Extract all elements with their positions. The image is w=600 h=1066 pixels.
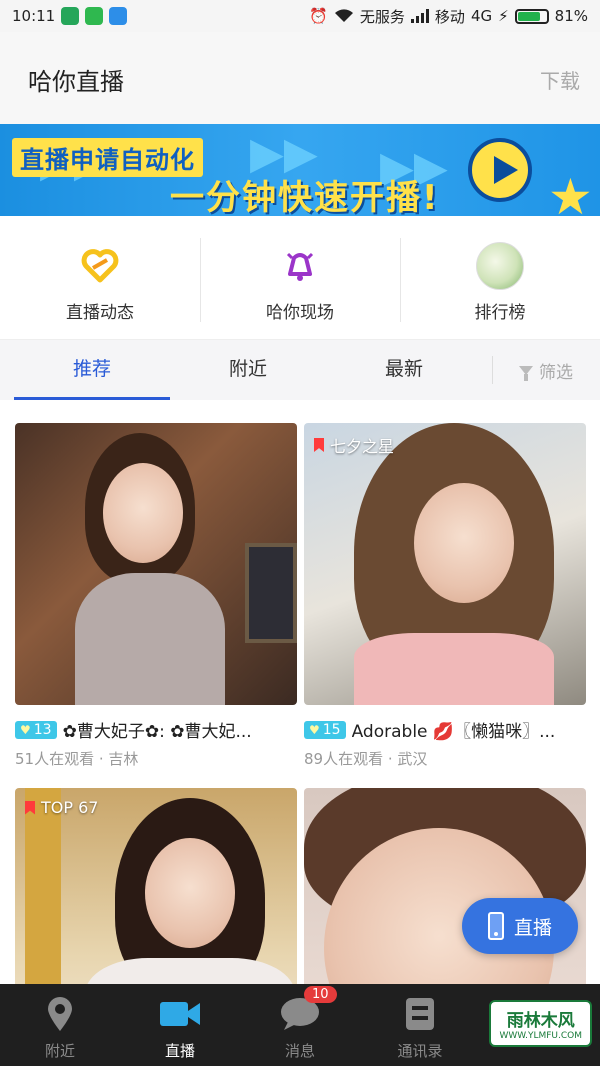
message-badge: 10	[304, 986, 337, 1003]
wifi-icon	[334, 9, 353, 22]
charging-icon: ⚡	[498, 7, 509, 25]
nav-label: 直播	[164, 1042, 195, 1060]
promo-banner[interactable]: ▶▶ ▶▶ ▶▶ 直播申请自动化 一分钟快速开播! ★	[0, 124, 600, 216]
quick-nav-live-feed[interactable]: 直播动态	[0, 216, 200, 339]
background-pillar	[25, 788, 61, 984]
watermark-url: WWW.YLMFU.COM	[499, 1031, 582, 1041]
page-title: 哈你直播	[28, 68, 124, 96]
live-thumbnail	[304, 788, 586, 984]
quick-nav-label: 直播动态	[66, 303, 134, 323]
nav-nearby[interactable]: 附近	[0, 984, 120, 1066]
background-tv	[245, 543, 297, 643]
quick-nav: 直播动态 哈你现场 排行榜	[0, 216, 600, 340]
viewer-count: 89人在观看	[304, 750, 384, 768]
rank-tag: TOP 67	[25, 798, 98, 817]
live-thumbnail	[15, 423, 297, 705]
nav-messages[interactable]: 10 消息	[240, 984, 360, 1066]
filter-button[interactable]: 筛选	[492, 340, 600, 400]
carrier-label: 移动	[434, 7, 465, 26]
signal-icon	[410, 9, 429, 23]
live-card[interactable]: ♥ 13 ✿曹大妃子✿: ✿曹大妃... 51人在观看 · 吉林	[15, 423, 297, 769]
status-bar: 10:11 ⏰ 无服务 移动 4G ⚡ 81%	[0, 0, 600, 32]
bookmark-icon	[314, 438, 324, 452]
watermark-logo: 雨林木风 WWW.YLMFU.COM	[489, 1000, 592, 1047]
bottom-nav: 附近 直播 10 消息 通讯录 雨林木风 WWW.YLMFU.COM	[0, 984, 600, 1066]
watermark-text: 雨林木风	[506, 1011, 575, 1031]
alarm-icon: ⏰	[309, 7, 328, 25]
nav-label: 消息	[284, 1042, 315, 1060]
ranking-avatar	[476, 242, 524, 290]
upload-notification-icon	[109, 7, 128, 25]
battery-icon	[514, 8, 549, 24]
streamer-figure	[85, 958, 295, 984]
heart-icon	[76, 242, 124, 290]
download-link[interactable]: 下载	[540, 65, 580, 94]
viewer-meta: 51人在观看 · 吉林	[15, 750, 139, 768]
tab-latest[interactable]: 最新	[326, 340, 482, 400]
filter-icon	[519, 365, 533, 381]
streamer-city: 武汉	[397, 750, 428, 768]
play-icon	[468, 138, 532, 202]
live-feed: ♥ 13 ✿曹大妃子✿: ✿曹大妃... 51人在观看 · 吉林 七夕之星 ♥ 15…	[0, 400, 600, 984]
star-icon: ★	[548, 168, 593, 216]
go-live-button[interactable]: 直播	[462, 898, 578, 954]
streamer-name: Adorable 💋〖懒猫咪〗...	[351, 722, 556, 742]
live-thumbnail: TOP 67	[15, 788, 297, 984]
location-pin-icon	[46, 994, 74, 1034]
tab-recommended[interactable]: 推荐	[14, 340, 170, 400]
app-notification-icon	[61, 7, 80, 25]
viewer-meta: 89人在观看 · 武汉	[304, 750, 428, 768]
quick-nav-ranking[interactable]: 排行榜	[400, 216, 600, 339]
nav-live[interactable]: 直播	[120, 984, 240, 1066]
battery-percent: 81%	[554, 7, 588, 25]
streamer-figure	[75, 573, 225, 705]
network-type: 4G	[470, 7, 493, 25]
banner-subheadline: 一分钟快速开播!	[170, 178, 440, 216]
streamer-figure	[354, 633, 554, 705]
feed-tabs: 推荐 附近 最新 筛选	[0, 340, 600, 400]
live-card[interactable]: TOP 67	[15, 788, 297, 984]
viewer-count: 51人在观看	[15, 750, 95, 768]
level-badge: ♥ 13	[15, 720, 57, 739]
nav-label: 附近	[44, 1042, 75, 1060]
streamer-name: ✿曹大妃子✿: ✿曹大妃...	[62, 722, 252, 742]
nav-label: 通讯录	[397, 1042, 443, 1060]
streamer-city: 吉林	[108, 750, 139, 768]
quick-nav-live-scene[interactable]: 哈你现场	[200, 216, 400, 339]
video-camera-icon	[160, 994, 200, 1034]
quick-nav-label: 排行榜	[474, 303, 526, 323]
level-badge: ♥ 15	[304, 720, 346, 739]
tab-nearby[interactable]: 附近	[170, 340, 326, 400]
bell-icon	[276, 242, 324, 290]
sim-notification-icon	[85, 7, 104, 25]
phone-icon	[487, 912, 504, 940]
event-tag: 七夕之星	[314, 433, 394, 457]
contacts-book-icon	[404, 994, 436, 1034]
status-time: 10:11	[12, 7, 56, 25]
quick-nav-label: 哈你现场	[266, 303, 334, 323]
live-thumbnail: 七夕之星	[304, 423, 586, 705]
no-service-label: 无服务	[359, 7, 405, 26]
nav-contacts[interactable]: 通讯录	[360, 984, 480, 1066]
app-header: 哈你直播 下载	[0, 32, 600, 124]
live-card[interactable]	[304, 788, 586, 984]
filter-label: 筛选	[539, 362, 573, 383]
live-card[interactable]: 七夕之星 ♥ 15 Adorable 💋〖懒猫咪〗... 89人在观看 · 武汉	[304, 423, 586, 769]
bookmark-icon	[25, 800, 35, 815]
go-live-label: 直播	[513, 916, 552, 939]
